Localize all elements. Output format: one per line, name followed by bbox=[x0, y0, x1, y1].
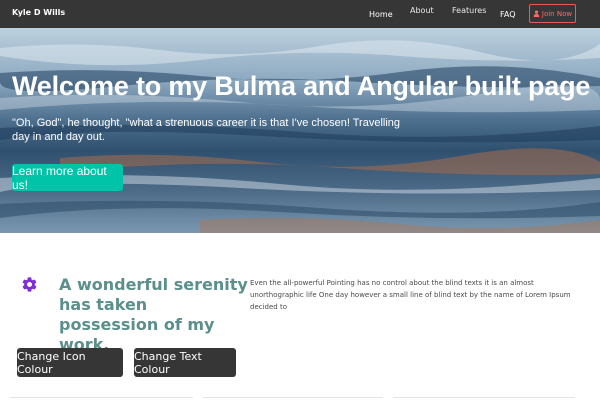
feature-title: A wonderful serenity has taken possessio… bbox=[59, 275, 248, 354]
hero-banner: Welcome to my Bulma and Angular built pa… bbox=[0, 28, 600, 233]
hero-subtitle: "Oh, God", he thought, "what a strenuous… bbox=[12, 117, 401, 143]
change-text-colour-button[interactable]: Change Text Colour bbox=[134, 348, 236, 377]
feature-text: Even the all-powerful Pointing has no co… bbox=[250, 279, 571, 311]
nav-link-faq[interactable]: FAQ bbox=[500, 10, 516, 19]
join-now-button[interactable]: Join Now bbox=[529, 4, 576, 23]
user-icon bbox=[533, 10, 540, 17]
change-icon-colour-button[interactable]: Change Icon Colour bbox=[17, 348, 123, 377]
nav-link-home[interactable]: Home bbox=[369, 10, 393, 19]
learn-more-button[interactable]: Learn more about us! bbox=[12, 164, 123, 192]
join-now-label: Join Now bbox=[541, 9, 573, 18]
brand-logo[interactable]: Kyle D Wills bbox=[12, 8, 65, 17]
hero-title: Welcome to my Bulma and Angular built pa… bbox=[12, 71, 591, 101]
nav-link-about[interactable]: About bbox=[410, 6, 434, 15]
nav-link-features[interactable]: Features bbox=[452, 6, 486, 15]
navbar: Kyle D Wills Home About Features FAQ Joi… bbox=[0, 0, 600, 28]
cog-icon bbox=[22, 277, 37, 292]
